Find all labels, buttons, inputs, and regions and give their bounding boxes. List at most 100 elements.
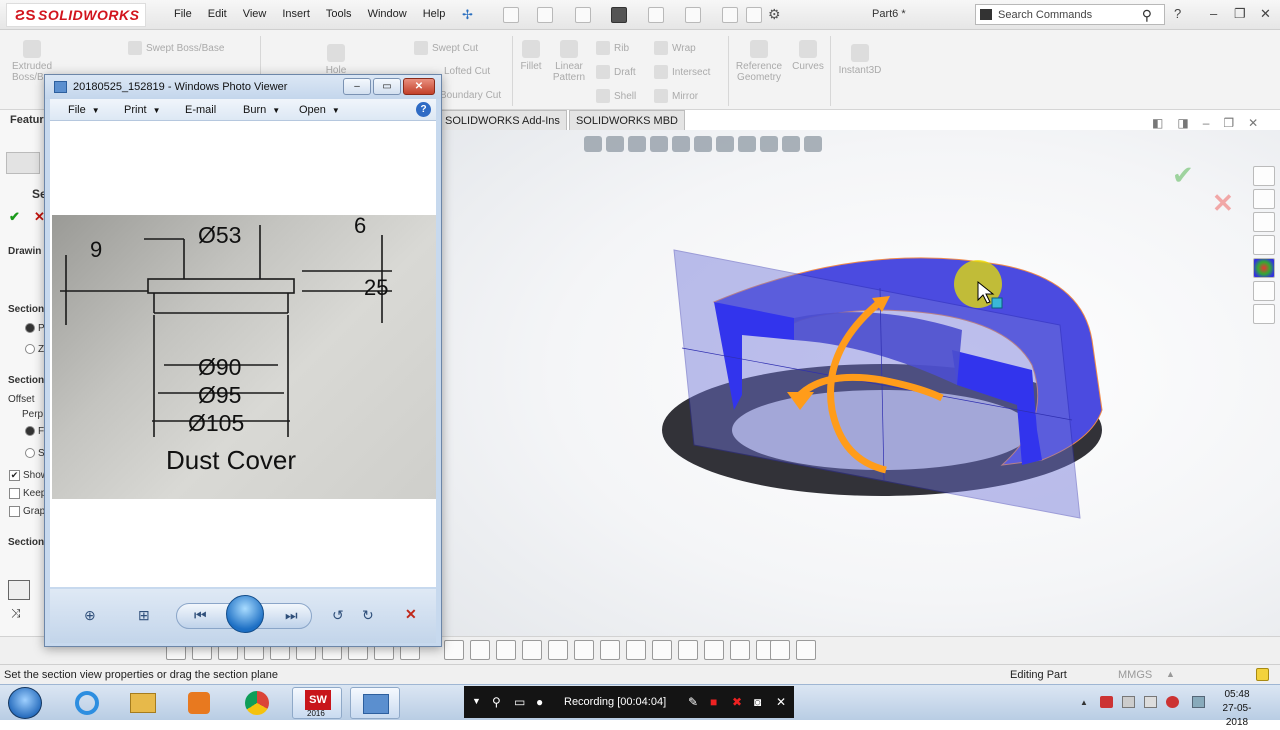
pv-close-button[interactable]: ✕ xyxy=(403,78,435,95)
solidworks-logo[interactable]: ƧS SOLIDWORKS xyxy=(6,3,146,27)
pv-minimize-button[interactable]: – xyxy=(343,78,371,95)
photo-canvas[interactable]: 9 Ø53 6 25 Ø90 Ø95 Ø105 Dust Cover xyxy=(50,121,436,587)
recorder-camera-icon[interactable]: ◙ xyxy=(754,695,761,709)
tray-expand-icon[interactable]: ▲ xyxy=(1080,698,1088,707)
filter-hole-icon[interactable] xyxy=(770,640,790,660)
reverse-direction-icon[interactable]: ⤨ xyxy=(11,606,21,621)
mirror-button[interactable]: Mirror xyxy=(654,89,698,103)
recorder-pause-icon[interactable]: ✖ xyxy=(732,695,742,709)
menu-tools[interactable]: Tools xyxy=(318,8,360,20)
swept-cut-button[interactable]: Swept Cut xyxy=(414,41,478,55)
windows-explorer-icon[interactable] xyxy=(118,687,168,719)
instant3d-button[interactable]: Instant3D xyxy=(834,44,886,76)
media-player-icon[interactable] xyxy=(174,687,224,719)
forum-icon[interactable] xyxy=(1253,304,1275,324)
swept-boss-button[interactable]: Swept Boss/Base xyxy=(128,41,224,55)
menu-edit[interactable]: Edit xyxy=(200,8,235,20)
curves-button[interactable]: Curves xyxy=(790,40,826,72)
delete-icon[interactable]: ✕ xyxy=(405,606,417,623)
help-button[interactable]: ? xyxy=(1174,6,1181,21)
draft-button[interactable]: Draft xyxy=(596,65,636,79)
filter-annotation-icon[interactable] xyxy=(600,640,620,660)
filter-gtol-icon[interactable] xyxy=(548,640,568,660)
rotate-counterclockwise-icon[interactable]: ↺ xyxy=(332,607,344,624)
property-tab-button[interactable] xyxy=(6,152,40,174)
units-up-arrow-icon[interactable]: ▲ xyxy=(1166,669,1175,679)
viewport-minimize-icon[interactable]: – xyxy=(1203,116,1210,130)
pv-menu-print[interactable]: Print ▼ xyxy=(124,104,161,116)
design-library-icon[interactable] xyxy=(1253,189,1275,209)
filter-stacked-icon[interactable] xyxy=(652,640,672,660)
search-commands-box[interactable]: ⚲ xyxy=(975,4,1165,25)
recorder-close-icon[interactable]: ✕ xyxy=(776,695,786,709)
menu-window[interactable]: Window xyxy=(360,8,415,20)
filter-centerline-icon[interactable] xyxy=(704,640,724,660)
graphics-checkbox[interactable] xyxy=(9,506,20,517)
viewport-prev-icon[interactable]: ◧ xyxy=(1152,116,1163,130)
power-icon[interactable] xyxy=(1192,696,1205,708)
network-icon[interactable] xyxy=(1122,696,1135,708)
search-icon[interactable]: ⚲ xyxy=(1142,7,1152,24)
lofted-cut-button[interactable]: Lofted Cut xyxy=(444,66,490,77)
rotate-clockwise-icon[interactable]: ↻ xyxy=(362,607,374,624)
fillet-button[interactable]: Fillet xyxy=(516,40,546,72)
solidworks-taskbar-icon[interactable]: SW 2016 xyxy=(292,687,342,719)
filter-balloon-icon[interactable] xyxy=(626,640,646,660)
rib-button[interactable]: Rib xyxy=(596,41,629,55)
recorder-region-icon[interactable]: ▭ xyxy=(514,695,525,709)
boundary-cut-button[interactable]: Boundary Cut xyxy=(440,90,501,101)
filter-weld-icon[interactable] xyxy=(496,640,516,660)
tab-solidworks-addins[interactable]: SOLIDWORKS Add-Ins xyxy=(438,110,567,130)
minimize-button[interactable]: – xyxy=(1210,6,1217,21)
hole-wizard-button[interactable]: Hole xyxy=(318,44,354,76)
photo-viewer-titlebar[interactable]: 20180525_152819 - Windows Photo Viewer –… xyxy=(45,75,441,99)
menu-help[interactable]: Help xyxy=(415,8,454,20)
system-clock[interactable]: 05:48 27-05-2018 xyxy=(1212,688,1262,730)
radio-planar[interactable] xyxy=(25,323,35,333)
slideshow-button[interactable] xyxy=(226,595,264,633)
intersect-button[interactable]: Intersect xyxy=(654,65,710,79)
restore-button[interactable]: ❐ xyxy=(1234,6,1246,22)
recorder-stop-icon[interactable]: ■ xyxy=(710,695,717,709)
shell-button[interactable]: Shell xyxy=(596,89,636,103)
close-button[interactable]: ✕ xyxy=(1260,6,1271,22)
radio-zonal[interactable] xyxy=(25,344,35,354)
reference-geometry-button[interactable]: Reference Geometry xyxy=(733,40,785,83)
open-folder-icon[interactable] xyxy=(537,7,553,23)
select-pointer-icon[interactable] xyxy=(685,7,701,23)
filter-toggle-icon[interactable] xyxy=(796,640,816,660)
zoom-icon[interactable]: ⊕ xyxy=(84,607,96,624)
wrap-button[interactable]: Wrap xyxy=(654,41,696,55)
plane-drag-handle[interactable] xyxy=(991,297,1003,309)
rebuild-icon[interactable] xyxy=(722,7,738,23)
filter-datum-icon[interactable] xyxy=(522,640,542,660)
solidworks-resources-icon[interactable] xyxy=(1253,166,1275,186)
menu-file[interactable]: File xyxy=(166,8,200,20)
pv-menu-file[interactable]: File ▼ xyxy=(68,104,100,116)
undo-icon[interactable] xyxy=(648,7,664,23)
previous-image-icon[interactable]: ⏮ xyxy=(194,607,207,624)
model-viewport[interactable] xyxy=(442,130,1202,550)
feature-manager-tab[interactable]: Featur xyxy=(10,114,44,126)
filter-points-icon[interactable] xyxy=(444,640,464,660)
search-input[interactable] xyxy=(998,7,1128,23)
radio-offset-first[interactable] xyxy=(25,426,35,436)
direction-arrow-button[interactable] xyxy=(8,580,30,600)
recorder-pen-icon[interactable]: ✎ xyxy=(688,695,698,709)
photo-viewer-taskbar-icon[interactable] xyxy=(350,687,400,719)
print-icon[interactable] xyxy=(611,7,627,23)
filter-icon[interactable] xyxy=(18,640,38,660)
menu-view[interactable]: View xyxy=(235,8,275,20)
pv-menu-open[interactable]: Open ▼ xyxy=(299,104,340,116)
viewport-close-icon[interactable]: ✕ xyxy=(1248,116,1258,130)
file-explorer-icon[interactable] xyxy=(1253,212,1275,232)
pv-help-icon[interactable]: ? xyxy=(416,102,431,117)
options-gear-icon[interactable]: ⚙ xyxy=(768,6,781,23)
actual-size-icon[interactable]: ⊞ xyxy=(138,607,150,624)
unit-system-selector[interactable]: MMGS xyxy=(1118,669,1152,681)
pv-maximize-button[interactable]: ▭ xyxy=(373,78,401,95)
radio-offset-second[interactable] xyxy=(25,448,35,458)
menu-insert[interactable]: Insert xyxy=(274,8,318,20)
linear-pattern-button[interactable]: Linear Pattern xyxy=(550,40,588,83)
filter-table-icon[interactable] xyxy=(730,640,750,660)
